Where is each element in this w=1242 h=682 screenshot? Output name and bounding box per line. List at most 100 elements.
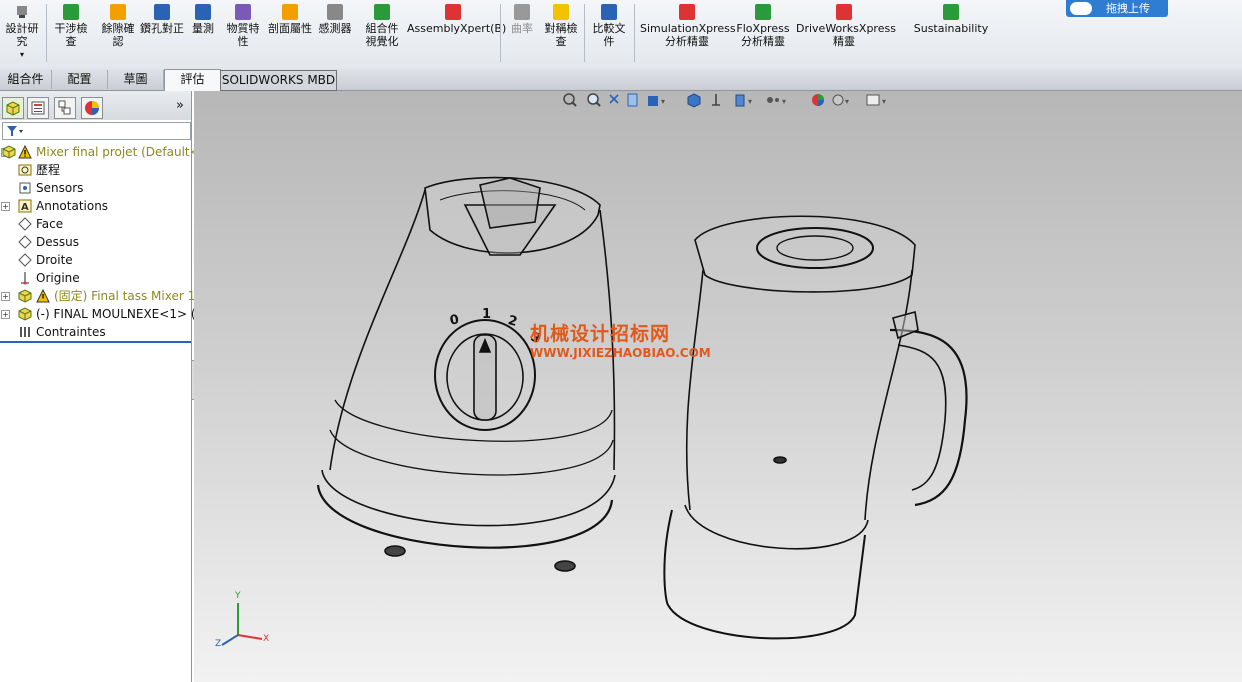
dropdown-arrow-icon: ▾ [19,50,24,59]
assembly-icon [2,145,16,159]
triad-y-label: Y [235,591,241,601]
mass-properties-button[interactable]: 物質特性 [222,4,264,48]
ribbon-separator [584,4,585,62]
property-manager-tab[interactable] [27,97,49,119]
annotations-icon: A [18,199,32,213]
cube-icon [6,101,20,116]
measure-icon [195,4,211,20]
edit-appearance-icon[interactable]: ▾ [735,94,752,107]
svg-text:▾: ▾ [748,97,752,106]
plane-icon [18,217,32,231]
blender-jug-model [663,215,968,640]
section-view-icon[interactable] [627,93,638,107]
zoom-to-area-icon[interactable] [587,93,601,107]
plane-icon [18,253,32,267]
section-properties-button[interactable]: 剖面屬性 [268,4,312,35]
configuration-icon [58,100,71,115]
tree-item[interactable]: + (-) FINAL MOULNEXE<1> ( [0,305,196,323]
tree-item[interactable]: Contraintes [0,323,191,341]
sustainability-button[interactable]: Sustainability [913,4,989,35]
design-study-button[interactable]: 設計研究 ▾ [3,4,41,61]
tab-solidworks-mbd[interactable]: SOLIDWORKS MBD [220,70,337,91]
property-icon [31,101,45,115]
section-properties-icon [282,4,298,20]
sensor-icon [327,4,343,20]
assemblyxpert-icon [445,4,461,20]
expand-panel-icon[interactable]: » [176,98,184,113]
interference-button[interactable]: 干涉檢查 [52,4,90,48]
design-study-icon [17,6,27,18]
filter-icon [7,126,23,136]
tab-evaluate[interactable]: 評估 [164,69,221,91]
triad-x-label: X [263,634,270,644]
cloud-icon [1070,2,1092,15]
upload-button[interactable]: 拖拽上传 [1066,0,1168,17]
tab-sketch[interactable]: 草圖 [108,70,164,89]
history-icon [18,164,32,176]
part-icon [18,289,32,303]
ribbon-separator [46,4,47,62]
assemblyxpert-button[interactable]: AssemblyXpert(B) [407,4,506,35]
tree-item[interactable]: + A Annotations [0,197,191,215]
mass-properties-icon [235,4,251,20]
tab-configuration[interactable]: 配置 [52,70,108,89]
clearance-button[interactable]: 餘隙確認 [98,4,138,48]
hole-alignment-button[interactable]: 鑽孔對正 [140,4,184,35]
symmetry-check-button[interactable]: 對稱檢查 [540,4,582,48]
driveworksxpress-button[interactable]: DriveWorksXpress精靈 [796,4,896,48]
display-style-icon[interactable] [687,93,701,108]
blender-base-model [316,176,616,572]
floxpress-icon [755,4,771,20]
tree-root-assembly[interactable]: − Mixer final projet (Default< [0,143,200,161]
triad-z-label: Z [215,639,222,649]
tree-filter-bar[interactable] [2,122,191,140]
apply-scene-icon[interactable]: ▾ [767,97,786,106]
feature-manager-tab[interactable] [2,97,24,119]
tree-item[interactable]: + (固定) Final tass Mixer 1< [0,287,205,305]
tree-item[interactable]: 歷程 [0,161,191,179]
ribbon-separator [500,4,501,62]
tree-item[interactable]: Sensors [0,179,191,197]
driveworksxpress-icon [836,4,852,20]
sensor-button[interactable]: 感測器 [316,4,354,35]
model-view [316,176,968,640]
tree-divider [0,341,191,343]
tree-item[interactable]: Dessus [0,233,191,251]
mates-icon [20,327,30,337]
plane-icon [18,235,32,249]
warning-icon [18,145,32,159]
tab-assembly[interactable]: 組合件 [0,70,52,89]
symmetry-check-icon [553,4,569,20]
hide-show-items-icon[interactable] [712,94,720,106]
floxpress-button[interactable]: FloXpress分析精靈 [736,4,790,48]
command-tabs: 組合件 配置 草圖 評估 SOLIDWORKS MBD [0,69,1242,91]
tree-item[interactable]: Origine [0,269,191,287]
previous-view-icon[interactable] [609,94,619,104]
scene-icon[interactable]: ▾ [832,94,849,106]
configuration-manager-tab[interactable] [54,97,76,119]
simulationxpress-button[interactable]: SimulationXpress分析精靈 [640,4,736,48]
measure-button[interactable]: 量測 [189,4,217,35]
appearance-sphere-icon[interactable] [812,94,824,106]
clearance-icon [110,4,126,20]
tree-item[interactable]: Droite [0,251,191,269]
origin-icon [21,272,29,285]
zoom-to-fit-icon[interactable] [563,93,577,107]
expand-icon[interactable]: + [1,202,10,211]
coordinate-triad: Y X Z [214,591,274,651]
simulationxpress-icon [679,4,695,20]
manager-tabs: » [0,91,191,120]
assembly-visualization-button[interactable]: 組合件視覺化 [361,4,403,48]
expand-icon[interactable]: + [1,292,10,301]
display-manager-tab[interactable] [81,97,103,119]
expand-icon[interactable]: + [1,310,10,319]
dial-number: 1 [482,307,492,322]
compare-documents-icon [601,4,617,20]
compare-documents-button[interactable]: 比較文件 [590,4,628,48]
curvature-button[interactable]: 曲率 [508,4,536,35]
view-orientation-icon[interactable]: ▾ [648,96,665,106]
tree-item[interactable]: Face [0,215,191,233]
graphics-area[interactable]: 0 1 2 3 机械设计招标网 WWW.JIXIEZHAOBIAO.COM ▾ … [194,91,1242,682]
svg-text:▾: ▾ [882,97,886,106]
view-settings-icon[interactable]: ▾ [866,94,886,106]
